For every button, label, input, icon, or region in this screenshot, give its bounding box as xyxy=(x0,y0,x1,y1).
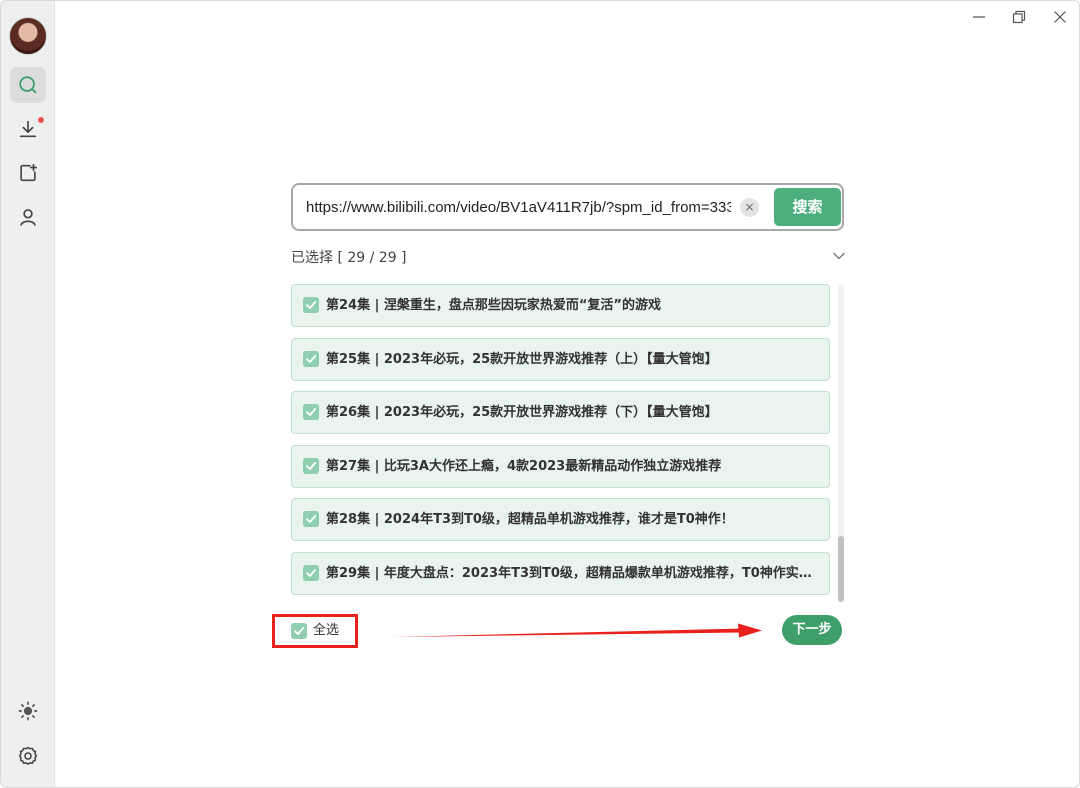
episode-title: 第26集 | 2023年必玩，25款开放世界游戏推荐（下）【量大管饱】 xyxy=(326,405,718,420)
episode-title: 第24集 | 涅槃重生，盘点那些因玩家热爱而“复活”的游戏 xyxy=(326,298,661,313)
check-icon xyxy=(306,461,317,470)
brightness-icon xyxy=(18,701,38,721)
episode-title: 第27集 | 比玩3A大作还上瘾，4款2023最新精品动作独立游戏推荐 xyxy=(326,458,722,474)
checkbox[interactable] xyxy=(303,297,319,313)
restore-button[interactable] xyxy=(1006,5,1032,29)
check-icon xyxy=(306,408,317,416)
search-box: https://www.bilibili.com/video/BV1aV411R… xyxy=(291,183,844,231)
episode-list: 第24集 | 涅槃重生，盘点那些因玩家热爱而“复活”的游戏第25集 | 2023… xyxy=(291,284,831,598)
next-step-button[interactable]: 下一步 xyxy=(782,615,842,645)
list-item[interactable]: 第24集 | 涅槃重生，盘点那些因玩家热爱而“复活”的游戏 xyxy=(291,284,830,327)
check-icon xyxy=(306,354,317,363)
annotation-arrow-icon xyxy=(392,623,762,638)
app-window: https://www.bilibili.com/video/BV1aV411R… xyxy=(0,0,1080,788)
search-icon xyxy=(19,76,37,94)
chevron-down-icon[interactable] xyxy=(831,249,847,263)
minimize-button[interactable] xyxy=(966,5,992,29)
annotation-highlight-box xyxy=(272,614,358,648)
selection-count: 已选择 [ 29 / 29 ] xyxy=(291,250,407,266)
episode-title: 第25集 | 2023年必玩，25款开放世界游戏推荐（上）【量大管饱】 xyxy=(326,351,718,367)
checkbox[interactable] xyxy=(303,404,319,420)
user-icon xyxy=(20,209,36,226)
sidebar-item-user[interactable] xyxy=(10,199,46,235)
check-icon xyxy=(306,515,317,523)
download-icon xyxy=(19,120,37,138)
list-item[interactable]: 第29集 | 年度大盘点：2023年T3到T0级，超精品爆款单机游戏推荐，T0神… xyxy=(291,551,830,595)
avatar[interactable] xyxy=(9,17,47,55)
sidebar-item-theme[interactable] xyxy=(10,693,46,729)
restore-icon xyxy=(1012,10,1026,24)
list-item[interactable]: 第26集 | 2023年必玩，25款开放世界游戏推荐（下）【量大管饱】 xyxy=(291,391,830,434)
scrollbar-thumb[interactable] xyxy=(838,536,844,602)
gear-icon xyxy=(18,746,38,765)
clear-input-button[interactable]: × xyxy=(740,198,759,217)
sidebar-item-search[interactable] xyxy=(10,67,46,103)
scrollbar[interactable] xyxy=(838,284,844,602)
add-page-icon xyxy=(20,163,38,182)
close-button[interactable] xyxy=(1047,5,1073,29)
list-item[interactable]: 第25集 | 2023年必玩，25款开放世界游戏推荐（上）【量大管饱】 xyxy=(291,337,830,381)
episode-title: 第29集 | 年度大盘点：2023年T3到T0级，超精品爆款单机游戏推荐，T0神… xyxy=(326,565,812,581)
sidebar-item-add[interactable] xyxy=(10,155,46,191)
list-item[interactable]: 第28集 | 2024年T3到T0级，超精品单机游戏推荐，谁才是T0神作！ xyxy=(291,498,830,541)
checkbox[interactable] xyxy=(303,457,319,474)
check-icon xyxy=(306,301,317,309)
minimize-icon xyxy=(973,16,985,18)
download-badge xyxy=(38,117,44,123)
checkbox[interactable] xyxy=(303,350,319,367)
url-input[interactable]: https://www.bilibili.com/video/BV1aV411R… xyxy=(306,198,731,218)
checkbox[interactable] xyxy=(303,511,319,527)
list-item[interactable]: 第27集 | 比玩3A大作还上瘾，4款2023最新精品动作独立游戏推荐 xyxy=(291,444,830,488)
episode-title: 第28集 | 2024年T3到T0级，超精品单机游戏推荐，谁才是T0神作！ xyxy=(326,512,734,527)
search-button[interactable]: 搜索 xyxy=(774,188,841,226)
checkbox[interactable] xyxy=(303,564,319,581)
close-icon xyxy=(1054,11,1066,23)
sidebar-item-settings[interactable] xyxy=(10,738,46,774)
check-icon xyxy=(306,568,317,577)
sidebar xyxy=(1,1,55,787)
